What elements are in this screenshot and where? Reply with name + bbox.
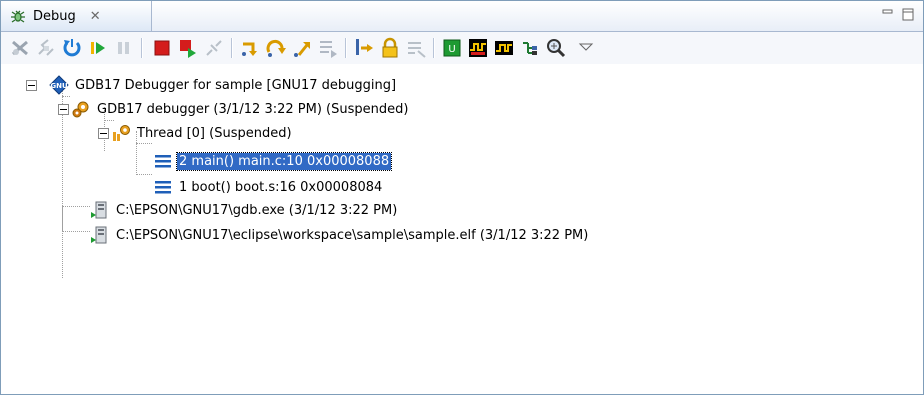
tab-debug[interactable]: Debug ✕: [1, 1, 152, 31]
tree-icon[interactable]: [519, 37, 541, 59]
toolbar-separator: [141, 38, 143, 58]
tree-item-frame-boot[interactable]: 1 boot() boot.s:16 0x00008084: [153, 177, 384, 197]
launch-label: GDB17 Debugger for sample [GNU17 debuggi…: [75, 77, 397, 93]
process-icon: [90, 200, 110, 220]
signal-icon[interactable]: [493, 37, 515, 59]
debugger-label: GDB17 debugger (3/1/12 3:22 PM) (Suspend…: [97, 101, 409, 117]
magnify-icon[interactable]: [545, 37, 567, 59]
tree-guide-line: [62, 231, 90, 232]
view-menu-icon[interactable]: [575, 37, 597, 59]
step-filters-icon[interactable]: [405, 37, 427, 59]
drop-to-frame-icon[interactable]: [317, 37, 339, 59]
frame-boot-label: 1 boot() boot.s:16 0x00008084: [179, 179, 383, 195]
frame-main-label: 2 main() main.c:10 0x00008088: [175, 151, 393, 171]
step-into-icon[interactable]: [239, 37, 261, 59]
toolbar-separator: [231, 38, 233, 58]
tree-guide-line: [62, 206, 63, 231]
tab-debug-label: Debug: [33, 8, 76, 24]
connect-icon[interactable]: [35, 37, 57, 59]
toolbar-separator: [433, 38, 435, 58]
view-tabbar: Debug ✕: [1, 1, 923, 32]
instruction-stepping-icon[interactable]: [353, 37, 375, 59]
process-elf-label: C:\EPSON\GNU17\eclipse\workspace\sample\…: [116, 227, 589, 243]
resume-icon[interactable]: [87, 37, 109, 59]
terminate-relaunch-icon[interactable]: [177, 37, 199, 59]
suspend-icon[interactable]: [113, 37, 135, 59]
tree-item-process-elf[interactable]: C:\EPSON\GNU17\eclipse\workspace\sample\…: [90, 225, 590, 245]
maximize-icon[interactable]: [901, 7, 915, 21]
debug-target-gears-icon: [71, 99, 91, 119]
tree-guide-line: [62, 96, 70, 97]
tree-item-launch[interactable]: GNU GDB17 Debugger for sample [GNU17 deb…: [49, 75, 398, 95]
stack-frame-icon: [153, 177, 173, 197]
step-over-icon[interactable]: [265, 37, 287, 59]
process-icon: [90, 225, 110, 245]
collapse-launch-icon[interactable]: [26, 80, 37, 91]
thread-gear-icon: [111, 123, 131, 143]
svg-text:GNU: GNU: [50, 82, 68, 90]
thread-label: Thread [0] (Suspended): [137, 125, 292, 141]
debug-bug-icon: [9, 7, 27, 25]
tree-item-process-gdb[interactable]: C:\EPSON\GNU17\gdb.exe (3/1/12 3:22 PM): [90, 200, 399, 220]
tree-item-debugger[interactable]: GDB17 debugger (3/1/12 3:22 PM) (Suspend…: [71, 99, 410, 119]
stack-frame-icon: [153, 151, 173, 171]
tree-item-thread[interactable]: Thread [0] (Suspended): [111, 123, 294, 143]
lock-icon[interactable]: [379, 37, 401, 59]
debug-view: Debug ✕ U GNU GDB17 Debugger for sample …: [0, 0, 924, 395]
tree-guide-line: [62, 206, 90, 207]
step-return-icon[interactable]: [291, 37, 313, 59]
remove-terminated-icon[interactable]: [9, 37, 31, 59]
tree-guide-line: [104, 120, 114, 121]
tree-guide-line: [136, 143, 152, 144]
debug-toolbar: U: [1, 32, 923, 64]
tab-close-icon[interactable]: ✕: [90, 9, 101, 24]
tree-item-frame-main[interactable]: 2 main() main.c:10 0x00008088: [153, 151, 393, 171]
gnu-launch-icon: GNU: [49, 75, 69, 95]
process-gdb-label: C:\EPSON\GNU17\gdb.exe (3/1/12 3:22 PM): [116, 202, 398, 218]
debug-tree: GNU GDB17 Debugger for sample [GNU17 deb…: [1, 65, 923, 394]
collapse-thread-icon[interactable]: [98, 128, 109, 139]
tree-guide-line: [136, 174, 152, 175]
reset-icon[interactable]: U: [441, 37, 463, 59]
toolbar-separator: [345, 38, 347, 58]
minimize-icon[interactable]: [881, 7, 895, 21]
terminate-icon[interactable]: [151, 37, 173, 59]
svg-text:U: U: [448, 44, 455, 55]
waveform-icon[interactable]: [467, 37, 489, 59]
disconnect-icon[interactable]: [203, 37, 225, 59]
collapse-debugger-icon[interactable]: [58, 104, 69, 115]
restart-icon[interactable]: [61, 37, 83, 59]
